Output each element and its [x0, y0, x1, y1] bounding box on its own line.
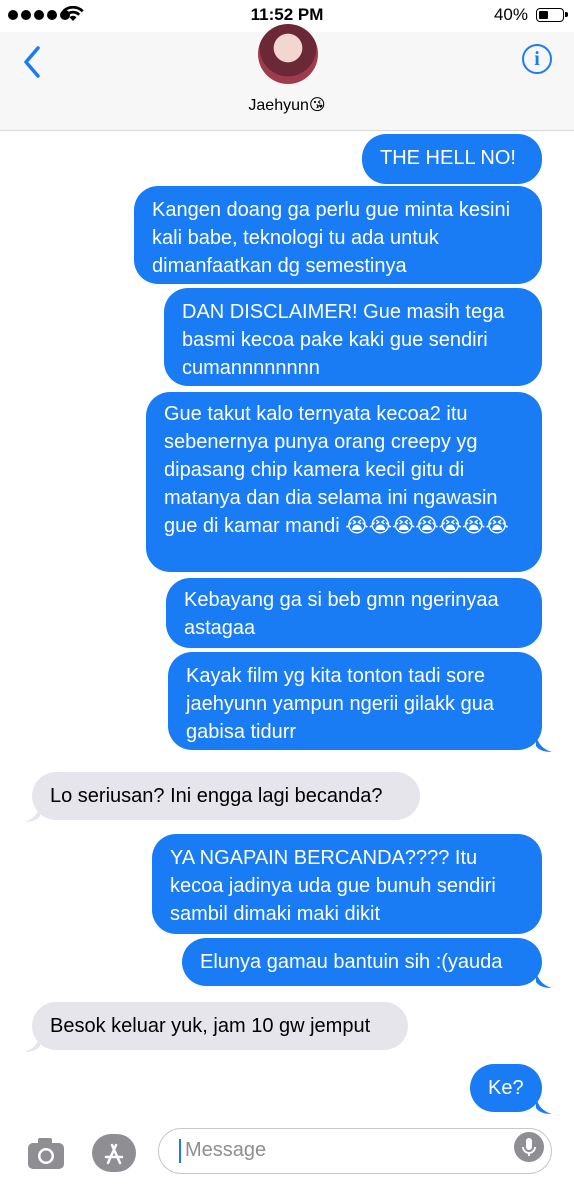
status-time: 11:52 PM: [250, 5, 324, 24]
message-bubble-outgoing[interactable]: DAN DISCLAIMER! Gue masih tega basmi kec…: [164, 288, 542, 386]
conversation-header: Jaehyun😘 i: [0, 24, 574, 131]
message-bubble-outgoing[interactable]: Kebayang ga si beb gmn ngerinyaa astagaa: [166, 578, 542, 648]
message-bubble-incoming[interactable]: Besok keluar yuk, jam 10 gw jemput: [32, 1002, 408, 1050]
message-bubble-outgoing[interactable]: Elunya gamau bantuin sih :(yauda: [182, 938, 542, 986]
text-cursor: [179, 1139, 181, 1163]
message-bubble-outgoing[interactable]: Gue takut kalo ternyata kecoa2 itu seben…: [146, 392, 542, 572]
contact-name[interactable]: Jaehyun😘: [0, 95, 574, 115]
message-bubble-incoming[interactable]: Lo seriusan? Ini engga lagi becanda?: [32, 772, 420, 820]
battery-level: [539, 11, 548, 19]
battery-percentage: 40%: [493, 5, 528, 24]
message-bubble-outgoing[interactable]: YA NGAPAIN BERCANDA???? Itu kecoa jadiny…: [152, 834, 542, 934]
chevron-left-icon[interactable]: [18, 42, 48, 82]
bubble-tail: [536, 734, 552, 752]
info-icon[interactable]: i: [522, 44, 552, 74]
message-bubble-outgoing[interactable]: Kangen doang ga perlu gue minta kesini k…: [134, 186, 542, 284]
camera-icon[interactable]: [26, 1134, 66, 1172]
message-bubble-outgoing[interactable]: Ke?: [470, 1064, 542, 1112]
app-store-icon[interactable]: [92, 1134, 136, 1172]
bubble-tail: [24, 804, 40, 822]
message-input-placeholder: Message: [185, 1139, 267, 1161]
battery-icon: [536, 8, 568, 22]
compose-bar: Message: [0, 1120, 574, 1200]
contact-avatar[interactable]: [258, 24, 318, 84]
message-bubble-outgoing[interactable]: Kayak film yg kita tonton tadi sore jaeh…: [168, 652, 542, 750]
bubble-tail: [536, 970, 552, 988]
message-bubble-outgoing[interactable]: THE HELL NO!: [362, 134, 542, 184]
bubble-tail: [24, 1034, 40, 1052]
microphone-icon[interactable]: [514, 1132, 544, 1162]
bubble-tail: [536, 1096, 552, 1114]
message-input[interactable]: Message: [158, 1128, 552, 1174]
